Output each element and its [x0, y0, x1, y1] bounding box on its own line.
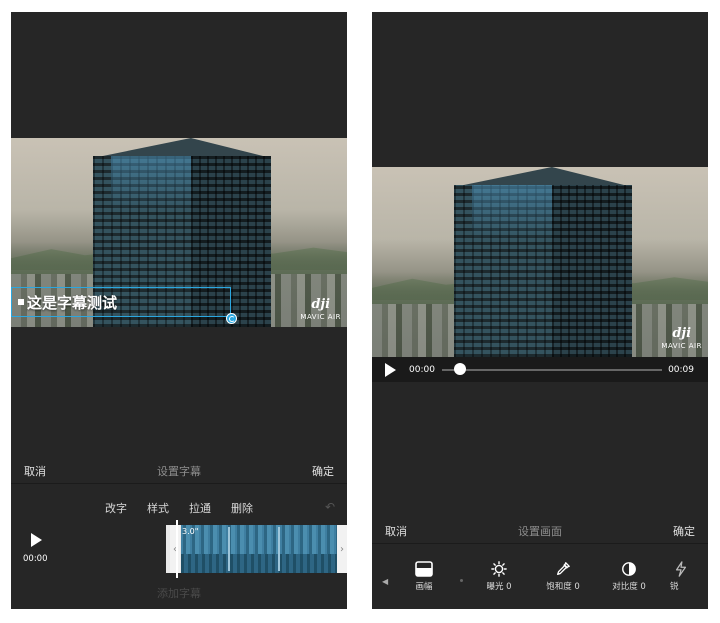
clip-frames	[181, 525, 337, 573]
divider-dot	[460, 579, 463, 582]
frame-ratio-icon	[415, 561, 433, 577]
building-glow	[471, 185, 552, 242]
adjust-label: 锐	[670, 582, 679, 592]
adjust-options: ◀ 画幅 曝光 0 饱和度 0 对比度 0 锐	[372, 557, 708, 609]
style-button[interactable]: 样式	[147, 500, 169, 516]
frame-separator	[278, 527, 280, 571]
bar-title: 设置画面	[518, 524, 562, 538]
rotate-handle-icon[interactable]	[226, 313, 237, 324]
subtitle-header-bar: 取消 设置字幕 确定	[11, 458, 347, 484]
delete-button[interactable]: 删除	[231, 500, 253, 516]
cancel-button[interactable]: 取消	[385, 523, 407, 539]
cancel-button[interactable]: 取消	[24, 463, 46, 479]
adjust-sharpen[interactable]: 锐	[662, 557, 708, 592]
total-time: 00:09	[668, 365, 694, 375]
trim-handle-left[interactable]: ‹	[170, 525, 180, 573]
play-button[interactable]	[385, 363, 396, 377]
picture-adjust-screen: dji MAVIC AIR 00:00 00:09 取消 设置画面 确定 ◀ 画…	[372, 12, 708, 609]
scroll-left-icon[interactable]: ◀	[382, 577, 388, 586]
building-roof	[454, 167, 632, 187]
dji-logo: dji	[311, 297, 331, 312]
building	[454, 167, 632, 357]
player-bar: 00:00 00:09	[372, 357, 708, 382]
play-icon[interactable]	[385, 363, 396, 377]
contrast-icon	[622, 562, 636, 576]
clip-filmstrip[interactable]: ‹ › 3.0"	[166, 525, 347, 573]
trim-handle-right[interactable]: ›	[337, 525, 347, 573]
undo-icon[interactable]: ↶	[325, 500, 335, 514]
adjust-label: 画幅	[415, 582, 433, 592]
play-icon[interactable]	[31, 533, 42, 547]
adjust-label: 对比度 0	[612, 582, 646, 592]
bar-title: 设置字幕	[157, 464, 201, 478]
adjust-saturation[interactable]: 饱和度 0	[538, 557, 588, 592]
confirm-button[interactable]: 确定	[312, 463, 334, 479]
watermark-model: MAVIC AIR	[300, 313, 341, 321]
dji-logo: dji	[672, 326, 692, 341]
current-time: 00:00	[409, 365, 435, 375]
adjust-label: 曝光 0	[486, 582, 512, 592]
adjust-contrast[interactable]: 对比度 0	[604, 557, 654, 592]
watermark-model: MAVIC AIR	[661, 342, 702, 350]
subtitle-editor-screen: dji MAVIC AIR 这是字幕测试 取消 设置字幕 确定 改字 样式 拉通…	[11, 12, 347, 609]
seek-track[interactable]	[442, 369, 662, 371]
subtitle-text[interactable]: 这是字幕测试	[27, 292, 117, 313]
edit-text-button[interactable]: 改字	[105, 500, 127, 516]
building-glow	[110, 156, 191, 213]
sun-icon	[491, 561, 507, 577]
seek-thumb[interactable]	[453, 363, 466, 375]
eyedropper-icon	[557, 562, 570, 575]
confirm-button[interactable]: 确定	[673, 523, 695, 539]
play-control[interactable]	[31, 533, 42, 547]
subtitle-box[interactable]: 这是字幕测试	[11, 287, 231, 317]
current-time: 00:00	[23, 554, 48, 564]
stretch-button[interactable]: 拉通	[189, 500, 211, 516]
adjust-exposure[interactable]: 曝光 0	[474, 557, 524, 592]
adjust-label: 饱和度 0	[546, 582, 580, 592]
frame-separator	[228, 527, 230, 571]
dji-watermark: dji MAVIC AIR	[300, 298, 341, 321]
adjust-frame-ratio[interactable]: 画幅	[399, 557, 449, 592]
playhead[interactable]	[176, 520, 178, 578]
adjust-header-bar: 取消 设置画面 确定	[372, 518, 708, 544]
add-subtitle-button[interactable]: 添加字幕	[11, 585, 347, 601]
subtitle-bullet	[18, 299, 24, 305]
subtitle-toolbar: 改字 样式 拉通 删除	[11, 500, 347, 516]
building-roof	[93, 138, 271, 158]
sharpen-icon	[675, 561, 687, 577]
clip-duration: 3.0"	[182, 527, 199, 536]
building-face-right	[551, 185, 632, 357]
dji-watermark: dji MAVIC AIR	[661, 327, 702, 350]
video-preview[interactable]: dji MAVIC AIR	[372, 167, 708, 357]
